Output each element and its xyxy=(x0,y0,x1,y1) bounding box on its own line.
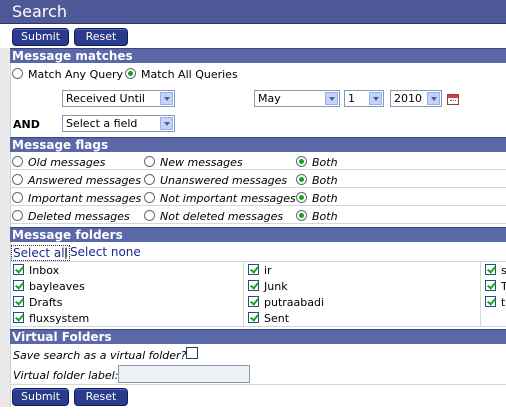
deleted-both-radio[interactable] xyxy=(296,210,307,221)
link-separator: | xyxy=(64,246,68,259)
submit-button-bottom[interactable]: Submit xyxy=(12,388,69,406)
chevron-down-icon xyxy=(427,92,440,105)
folder-putraabadi-checkbox[interactable] xyxy=(248,296,259,307)
submit-button-top[interactable]: Submit xyxy=(12,28,69,46)
chevron-down-icon xyxy=(325,92,338,105)
chevron-down-icon xyxy=(369,92,382,105)
not-deleted-radio[interactable] xyxy=(144,210,155,221)
deleted-radio[interactable] xyxy=(12,210,23,221)
folder-tr-label: tr xyxy=(501,296,506,309)
deleted-label: Deleted messages xyxy=(28,210,130,223)
important-both-radio[interactable] xyxy=(296,192,307,203)
section-message-folders: Message folders xyxy=(10,227,506,242)
year-select[interactable]: 2010 xyxy=(390,90,442,107)
not-important-radio[interactable] xyxy=(144,192,155,203)
folder-bayleaves-label: bayleaves xyxy=(29,280,85,293)
chevron-down-icon xyxy=(160,92,173,105)
month-select[interactable]: May xyxy=(254,90,340,107)
folder-inbox-label: Inbox xyxy=(29,264,60,277)
match-all-radio[interactable] xyxy=(125,68,136,79)
folder-sent-checkbox[interactable] xyxy=(248,312,259,323)
folder-junk-label: Junk xyxy=(264,280,288,293)
section-message-flags: Message flags xyxy=(10,137,506,152)
answered-radio[interactable] xyxy=(12,174,23,185)
page-title: Search xyxy=(12,2,67,21)
folder-inbox-checkbox[interactable] xyxy=(13,264,24,275)
match-any-label: Match Any Query xyxy=(28,68,123,81)
folder-drafts-label: Drafts xyxy=(29,296,63,309)
title-bar: Search xyxy=(0,0,506,24)
day-value: 1 xyxy=(348,92,355,105)
and-label: AND xyxy=(13,118,40,131)
column-divider xyxy=(243,262,244,326)
month-value: May xyxy=(258,92,281,105)
second-field-value: Select a field xyxy=(66,117,138,130)
old-messages-radio[interactable] xyxy=(12,156,23,167)
reset-button-bottom[interactable]: Reset xyxy=(74,388,128,406)
section-virtual-folders: Virtual Folders xyxy=(10,329,506,344)
age-both-radio[interactable] xyxy=(296,156,307,167)
folder-s-label: s xyxy=(501,264,506,277)
deleted-both-label: Both xyxy=(312,210,338,223)
chevron-down-icon xyxy=(160,117,173,130)
answered-both-radio[interactable] xyxy=(296,174,307,185)
select-none-link[interactable]: Select none xyxy=(70,245,141,259)
answered-label: Answered messages xyxy=(28,174,141,187)
calendar-icon[interactable] xyxy=(447,94,459,105)
criteria-field-value: Received Until xyxy=(66,92,145,105)
unanswered-label: Unanswered messages xyxy=(160,174,288,187)
not-deleted-label: Not deleted messages xyxy=(160,210,284,223)
folder-t-label: T xyxy=(501,280,506,293)
folder-tr-checkbox[interactable] xyxy=(485,296,496,307)
answered-both-label: Both xyxy=(312,174,338,187)
folder-sent-label: Sent xyxy=(264,312,290,325)
folder-junk-checkbox[interactable] xyxy=(248,280,259,291)
folder-bayleaves-checkbox[interactable] xyxy=(13,280,24,291)
virtual-rows xyxy=(10,345,506,385)
second-field-select[interactable]: Select a field xyxy=(62,115,175,132)
unanswered-radio[interactable] xyxy=(144,174,155,185)
folder-fluxsystem-label: fluxsystem xyxy=(29,312,90,325)
match-all-label: Match All Queries xyxy=(141,68,238,81)
new-messages-radio[interactable] xyxy=(144,156,155,167)
match-any-radio[interactable] xyxy=(12,68,23,79)
reset-button-top[interactable]: Reset xyxy=(74,28,128,46)
folder-drafts-checkbox[interactable] xyxy=(13,296,24,307)
old-messages-label: Old messages xyxy=(28,156,106,169)
folder-putraabadi-label: putraabadi xyxy=(264,296,325,309)
folder-t-checkbox[interactable] xyxy=(485,280,496,291)
important-radio[interactable] xyxy=(12,192,23,203)
folder-ir-checkbox[interactable] xyxy=(248,264,259,275)
year-value: 2010 xyxy=(394,92,422,105)
select-all-link[interactable]: Select all xyxy=(11,245,70,261)
age-both-label: Both xyxy=(312,156,338,169)
folder-ir-label: ir xyxy=(264,264,272,277)
column-divider xyxy=(480,262,481,326)
new-messages-label: New messages xyxy=(160,156,243,169)
important-both-label: Both xyxy=(312,192,338,205)
not-important-label: Not important messages xyxy=(160,192,296,205)
day-select[interactable]: 1 xyxy=(344,90,384,107)
folder-fluxsystem-checkbox[interactable] xyxy=(13,312,24,323)
section-message-matches: Message matches xyxy=(10,48,506,63)
criteria-field-select[interactable]: Received Until xyxy=(62,90,175,107)
important-label: Important messages xyxy=(28,192,142,205)
folder-s-checkbox[interactable] xyxy=(485,264,496,275)
